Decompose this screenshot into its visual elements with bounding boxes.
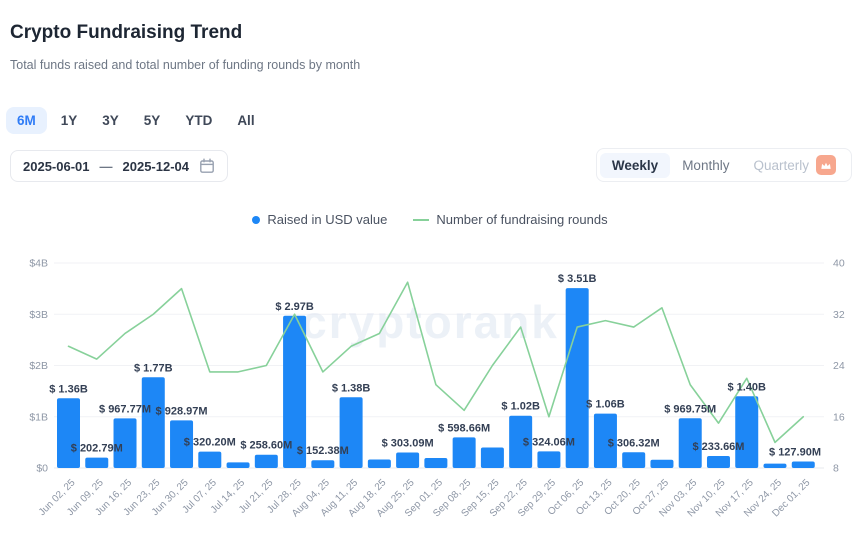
bar-value-label: $ 969.75M bbox=[664, 403, 716, 415]
bar-value-label: $ 324.06M bbox=[523, 436, 575, 448]
bar-value-label: $ 1.02B bbox=[501, 401, 540, 413]
granularity-weekly[interactable]: Weekly bbox=[600, 153, 670, 178]
legend-label-rounds: Number of fundraising rounds bbox=[436, 212, 607, 227]
range-tab-3y[interactable]: 3Y bbox=[91, 107, 130, 134]
left-axis-tick: $1B bbox=[29, 411, 48, 423]
bar[interactable] bbox=[227, 462, 250, 468]
bar[interactable] bbox=[368, 460, 391, 468]
right-axis-tick: 16 bbox=[833, 411, 845, 423]
bar-value-label: $ 1.38B bbox=[332, 382, 371, 394]
legend-item-rounds[interactable]: Number of fundraising rounds bbox=[413, 212, 607, 227]
granularity-toggle: Weekly Monthly Quarterly bbox=[596, 148, 852, 182]
page-title: Crypto Fundraising Trend bbox=[10, 22, 242, 44]
bar-value-label: $ 928.97M bbox=[156, 405, 208, 417]
fundraising-chart: $0 8 $1B 16 $2B 24 $3B 32 $4B 40 cryptorank $ 1.36B… bbox=[0, 250, 860, 536]
legend-dot-icon bbox=[252, 216, 260, 224]
bar[interactable] bbox=[537, 451, 560, 468]
left-axis-tick: $4B bbox=[29, 258, 48, 270]
bar-value-label: $ 127.90M bbox=[769, 446, 821, 458]
granularity-label: Quarterly bbox=[753, 158, 809, 173]
date-range-picker[interactable]: 2025-06-01 — 2025-12-04 bbox=[10, 150, 228, 182]
right-axis-tick: 32 bbox=[833, 309, 845, 321]
crown-icon bbox=[816, 155, 836, 175]
bar-value-label: $ 1.40B bbox=[727, 381, 766, 393]
bar[interactable] bbox=[707, 456, 730, 468]
range-tab-5y[interactable]: 5Y bbox=[133, 107, 172, 134]
right-axis-tick: 40 bbox=[833, 258, 845, 270]
calendar-icon[interactable] bbox=[199, 158, 215, 174]
bar-value-label: $ 1.36B bbox=[49, 383, 88, 395]
bar[interactable] bbox=[340, 397, 363, 468]
bar-value-label: $ 1.77B bbox=[134, 362, 173, 374]
bar-value-label: $ 320.20M bbox=[184, 437, 236, 449]
bar[interactable] bbox=[764, 464, 787, 468]
bar[interactable] bbox=[453, 437, 476, 468]
bar[interactable] bbox=[622, 452, 645, 468]
bar-value-label: $ 258.60M bbox=[240, 440, 292, 452]
bar-value-label: $ 598.66M bbox=[438, 422, 490, 434]
bar[interactable] bbox=[85, 458, 108, 468]
granularity-quarterly[interactable]: Quarterly bbox=[741, 150, 848, 180]
bar[interactable] bbox=[142, 377, 165, 468]
bar[interactable] bbox=[481, 448, 504, 469]
date-range-end: 2025-12-04 bbox=[123, 159, 190, 174]
bar[interactable] bbox=[255, 455, 278, 468]
bar[interactable] bbox=[198, 452, 221, 468]
bar-value-label: $ 967.77M bbox=[99, 403, 151, 415]
right-axis-tick: 8 bbox=[833, 463, 839, 475]
bar[interactable] bbox=[396, 452, 419, 468]
bar-value-label: $ 233.66M bbox=[692, 441, 744, 453]
page-subtitle: Total funds raised and total number of f… bbox=[10, 58, 360, 72]
range-tab-ytd[interactable]: YTD bbox=[174, 107, 223, 134]
bar-value-label: $ 202.79M bbox=[71, 443, 123, 455]
granularity-label: Monthly bbox=[682, 158, 729, 173]
legend-item-raised[interactable]: Raised in USD value bbox=[252, 212, 387, 227]
bar-value-label: $ 2.97B bbox=[275, 301, 314, 313]
watermark: cryptorank bbox=[301, 296, 559, 348]
date-range-start: 2025-06-01 bbox=[23, 159, 90, 174]
range-tab-all[interactable]: All bbox=[226, 107, 265, 134]
legend-label-raised: Raised in USD value bbox=[267, 212, 387, 227]
granularity-label: Weekly bbox=[612, 158, 658, 173]
left-axis-tick: $2B bbox=[29, 360, 48, 372]
bar-value-label: $ 303.09M bbox=[382, 437, 434, 449]
granularity-monthly[interactable]: Monthly bbox=[670, 153, 741, 178]
bar[interactable] bbox=[424, 458, 447, 468]
range-tab-6m[interactable]: 6M bbox=[6, 107, 47, 134]
chart-legend: Raised in USD value Number of fundraisin… bbox=[0, 212, 860, 227]
left-axis-tick: $0 bbox=[36, 463, 48, 475]
bar[interactable] bbox=[650, 460, 673, 468]
bar-value-label: $ 3.51B bbox=[558, 273, 597, 285]
bar[interactable] bbox=[311, 460, 334, 468]
bar-value-label: $ 306.32M bbox=[608, 437, 660, 449]
legend-line-icon bbox=[413, 219, 429, 221]
bar-value-label: $ 1.06B bbox=[586, 399, 625, 411]
left-axis-tick: $3B bbox=[29, 309, 48, 321]
bar-value-label: $ 152.38M bbox=[297, 445, 349, 457]
bar[interactable] bbox=[792, 461, 815, 468]
time-range-tabs: 6M1Y3Y5YYTDAll bbox=[6, 107, 266, 134]
bar[interactable] bbox=[57, 398, 80, 468]
bar[interactable] bbox=[735, 396, 758, 468]
right-axis-tick: 24 bbox=[833, 360, 845, 372]
date-range-separator: — bbox=[100, 159, 113, 174]
range-tab-1y[interactable]: 1Y bbox=[50, 107, 89, 134]
